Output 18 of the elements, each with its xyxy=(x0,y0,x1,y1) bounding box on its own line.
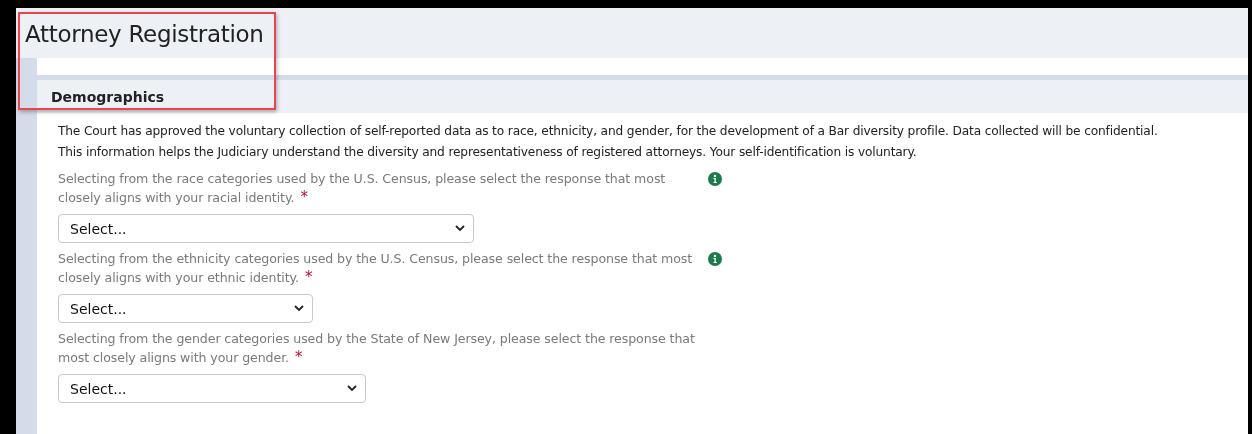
required-mark: * xyxy=(300,188,308,206)
select-dropdown[interactable]: Select... xyxy=(58,374,366,403)
question-label: Selecting from the race categories used by the U.S. Census, please select the response that most closely aligns with your racial identity. * xyxy=(58,170,667,207)
required-mark: * xyxy=(304,268,313,286)
intro-text: This information helps the Judiciary understand the diversity and representativeness of registered attorneys. Your self-identification is voluntary. xyxy=(58,144,918,161)
chevron-down-icon xyxy=(347,385,357,392)
select-dropdown[interactable]: Select... xyxy=(58,294,313,323)
question-label: Selecting from the ethnicity categories used by the U.S. Census, please select the response that most closely aligns with your ethnic identity. * xyxy=(58,250,694,287)
intro-text: The Court has approved the voluntary collection of self-reported data as to race, ethnicity, and gender, for the development of a Bar diversity profile. Data collected will be confidential. xyxy=(58,123,1159,140)
info-icon[interactable] xyxy=(708,252,722,266)
question-label: Selecting from the gender categories used by the State of New Jersey, please select the response that most closely aligns with your gender. * xyxy=(58,330,696,367)
required-mark: * xyxy=(294,348,303,366)
page-title: Attorney Registration xyxy=(24,20,265,49)
section-header: Demographics xyxy=(37,75,1248,113)
info-icon[interactable] xyxy=(708,172,722,186)
chevron-down-icon xyxy=(455,225,465,232)
select-dropdown[interactable]: Select... xyxy=(58,214,474,243)
chevron-down-icon xyxy=(294,305,304,312)
